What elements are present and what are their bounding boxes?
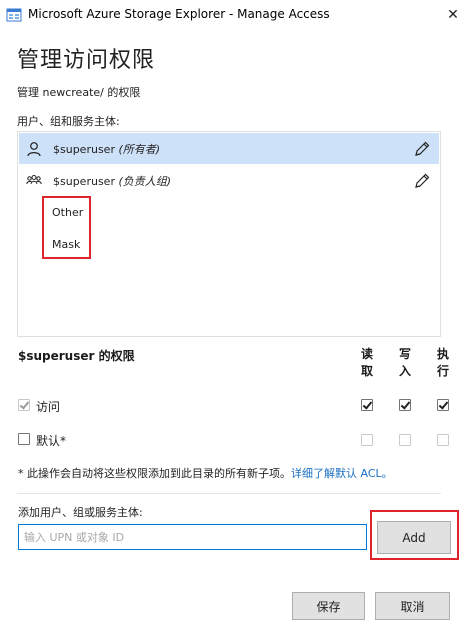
default-write-checkbox xyxy=(399,434,411,446)
window-title: Microsoft Azure Storage Explorer - Manag… xyxy=(28,7,330,21)
highlight-box-entries xyxy=(42,196,91,259)
user-icon xyxy=(27,142,41,157)
add-principal-label: 添加用户、组或服务主体: xyxy=(18,506,143,519)
title-bar: Microsoft Azure Storage Explorer - Manag… xyxy=(0,0,466,30)
default-execute-checkbox xyxy=(437,434,449,446)
page-title: 管理访问权限 xyxy=(17,48,156,73)
principal-owner[interactable]: $superuser (所有者) xyxy=(19,133,439,164)
save-button[interactable]: 保存 xyxy=(292,592,365,620)
permissions-title: $superuser 的权限 xyxy=(18,349,135,363)
default-read-checkbox xyxy=(361,434,373,446)
access-write-checkbox[interactable] xyxy=(399,399,411,411)
principal-owner-label: $superuser (所有者) xyxy=(53,142,161,156)
column-read: 读取 xyxy=(360,347,373,378)
access-row-label: 访问 xyxy=(36,400,61,414)
divider xyxy=(17,493,441,494)
learn-more-link[interactable]: 详细了解默认 ACL。 xyxy=(291,467,393,480)
access-read-checkbox[interactable] xyxy=(361,399,373,411)
column-write: 写入 xyxy=(398,347,411,378)
note-text: * 此操作会自动将这些权限添加到此目录的所有新子项。 xyxy=(18,467,291,480)
edit-pencil-icon[interactable] xyxy=(413,172,431,190)
default-acl-note: * 此操作会自动将这些权限添加到此目录的所有新子项。详细了解默认 ACL。 xyxy=(18,465,393,481)
access-execute-checkbox[interactable] xyxy=(437,399,449,411)
principal-owning-group[interactable]: $superuser (负责人组) xyxy=(19,165,439,196)
access-row-checkbox xyxy=(18,399,30,411)
principal-group-label: $superuser (负责人组) xyxy=(53,174,172,188)
highlight-box-add xyxy=(370,510,459,560)
default-row-label: 默认* xyxy=(36,434,67,448)
default-row-checkbox[interactable] xyxy=(18,433,30,445)
cancel-button[interactable]: 取消 xyxy=(375,592,450,620)
page-subtitle: 管理 newcreate/ 的权限 xyxy=(17,86,141,99)
close-icon[interactable]: ✕ xyxy=(440,0,466,30)
principals-label: 用户、组和服务主体: xyxy=(17,115,120,128)
storage-explorer-icon xyxy=(6,8,22,22)
group-icon xyxy=(26,175,42,185)
edit-pencil-icon[interactable] xyxy=(413,140,431,158)
upn-input[interactable] xyxy=(18,524,367,550)
column-execute: 执行 xyxy=(436,347,449,378)
